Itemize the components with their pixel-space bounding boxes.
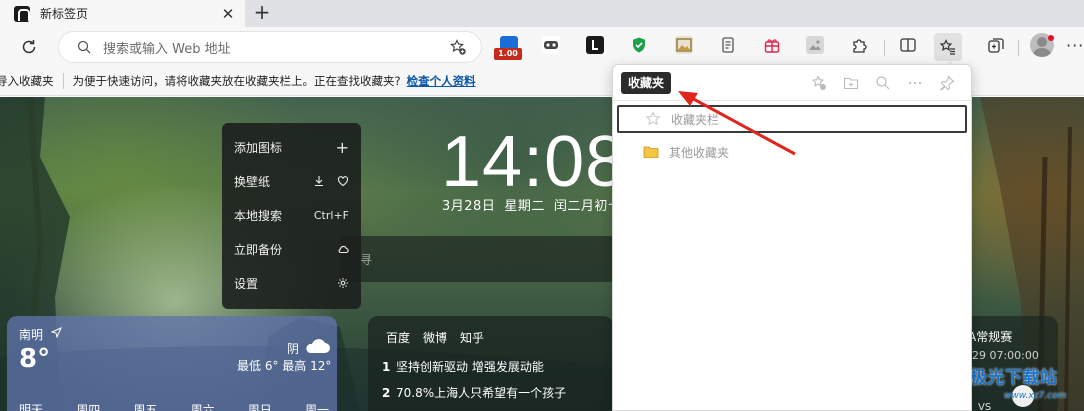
favorites-bar-divider <box>62 73 64 89</box>
toolbar-divider <box>884 40 885 56</box>
weather-temperature: 8° <box>19 344 51 374</box>
match-title: A常规赛 <box>968 330 1013 344</box>
forecast-day: 周五 <box>133 403 158 411</box>
favorites-star-list-icon <box>939 39 955 55</box>
pin-panel-button[interactable] <box>938 74 956 92</box>
profile-notification-dot <box>1048 35 1054 41</box>
tab-weibo[interactable]: 微博 <box>423 329 447 346</box>
hot-text: 坚持创新驱动 增强发展动能 <box>396 360 544 374</box>
tab-title: 新标签页 <box>40 7 89 21</box>
extension-mask-icon[interactable] <box>542 36 560 54</box>
menu-item-settings[interactable]: 设置 <box>222 266 361 300</box>
toolbar: 搜索或输入 Web 地址 ··· <box>0 27 1084 67</box>
close-tab-icon[interactable]: ✕ <box>219 5 237 23</box>
add-page-to-favorites-button[interactable] <box>810 74 828 92</box>
toolbar-divider-2 <box>1018 40 1019 56</box>
new-tab-favicon-icon <box>14 5 30 22</box>
extensions-puzzle-icon[interactable] <box>850 36 868 54</box>
menu-item-label: 添加图标 <box>234 140 283 155</box>
plus-icon: + <box>335 137 349 157</box>
menu-item-label: 设置 <box>234 276 259 291</box>
hot-search-item[interactable]: 2 70.8%上海人只希望有一个孩子 <box>382 384 566 401</box>
add-favorite-icon[interactable] <box>449 38 467 56</box>
refresh-button[interactable] <box>15 33 43 61</box>
search-icon <box>77 40 91 54</box>
forecast-day: 周四 <box>76 403 101 411</box>
forecast-day: 周日 <box>247 403 272 411</box>
shortcut-text: Ctrl+F <box>313 208 349 222</box>
menu-item-add-icon[interactable]: 添加图标 + <box>222 130 361 164</box>
menu-item-local-search[interactable]: 本地搜索 Ctrl+F <box>222 198 361 232</box>
extension-letter-l-icon[interactable] <box>586 36 604 54</box>
watermark-url: www.xz7.com <box>1004 391 1067 401</box>
weather-city: 南明 <box>19 328 44 342</box>
hot-search-card: 百度 微博 知乎 1 坚持创新驱动 增强发展动能 2 70.8%上海人只希望有一个孩… <box>368 316 613 411</box>
extension-image-icon[interactable] <box>675 36 693 54</box>
hot-rank: 1 <box>382 360 391 374</box>
extension-shield-icon[interactable] <box>630 36 648 54</box>
pin-icon <box>940 75 955 91</box>
clock-time: 14:08 <box>441 122 627 202</box>
weather-forecast-days: 明天 周四 周五 周六 周日 周一 <box>19 401 329 411</box>
new-tab-button[interactable]: + <box>250 2 274 24</box>
tab-strip: 新标签页 ✕ + <box>0 0 1084 27</box>
active-tab[interactable]: 新标签页 ✕ <box>0 0 245 27</box>
hot-text: 70.8%上海人只希望有一个孩子 <box>396 386 567 400</box>
extension-document-icon[interactable] <box>719 36 737 54</box>
date-day: 3月28日 <box>442 199 496 214</box>
address-input[interactable]: 搜索或输入 Web 地址 <box>103 38 449 57</box>
location-arrow-icon <box>51 327 62 338</box>
ntp-search-box[interactable]: 寻 <box>340 236 615 282</box>
weather-card[interactable]: 南明 8° 阴 最低 6° 最高 12° 明天 周四 周五 周六 周日 周一 <box>7 316 337 411</box>
menu-item-label: 立即备份 <box>234 242 283 257</box>
cloud-icon <box>338 245 349 254</box>
date-weekday: 星期二 <box>504 199 545 214</box>
more-options-button[interactable] <box>906 74 924 92</box>
add-folder-button[interactable] <box>842 74 860 92</box>
extension-picture-icon[interactable] <box>806 36 824 54</box>
favorites-button[interactable] <box>934 33 962 61</box>
forecast-day: 周六 <box>190 403 215 411</box>
star-plus-icon <box>811 75 826 90</box>
clock-date: 3月28日 星期二 闰二月初七 <box>442 195 630 214</box>
split-screen-icon[interactable] <box>899 36 917 54</box>
menu-item-change-wallpaper[interactable]: 换壁纸 <box>222 164 361 198</box>
heart-icon[interactable] <box>337 175 349 187</box>
watermark-text: 极光下载站 <box>970 368 1058 388</box>
folder-icon <box>643 146 659 158</box>
annotation-red-arrow <box>678 91 796 156</box>
address-bar[interactable]: 搜索或输入 Web 地址 <box>58 31 482 63</box>
hot-rank: 2 <box>382 386 391 400</box>
hot-search-tabs: 百度 微博 知乎 <box>386 329 484 346</box>
import-favorites-link[interactable]: 导入收藏夹 <box>0 73 54 89</box>
forecast-day: 明天 <box>19 403 44 411</box>
cloud-weather-icon <box>306 339 330 353</box>
forecast-day: 周一 <box>304 403 329 411</box>
more-menu-button[interactable]: ··· <box>1066 38 1084 54</box>
weather-condition: 阴 <box>287 342 300 356</box>
folder-plus-icon <box>843 77 859 90</box>
favorites-bar-message: 为便于快速访问，请将收藏夹放在收藏夹栏上。正在查找收藏夹? <box>72 74 401 88</box>
search-favorites-button[interactable] <box>874 74 892 92</box>
extension-badge: 1.00 <box>494 48 522 60</box>
download-icon[interactable] <box>313 175 325 187</box>
check-profile-link[interactable]: 检查个人资料 <box>407 73 476 89</box>
menu-item-label: 换壁纸 <box>234 174 271 189</box>
ellipsis-icon <box>908 81 922 85</box>
ntp-context-menu: 添加图标 + 换壁纸 本地搜索 Ctrl+F 立即备份 设置 <box>222 123 361 309</box>
search-box-text: 寻 <box>360 253 373 267</box>
search-icon <box>876 76 890 90</box>
hot-search-item[interactable]: 1 坚持创新驱动 增强发展动能 <box>382 358 544 375</box>
menu-item-label: 本地搜索 <box>234 208 283 223</box>
star-outline-icon <box>645 111 661 126</box>
gear-icon <box>338 278 348 288</box>
weather-range: 最低 6° 最高 12° <box>237 359 332 373</box>
collections-icon[interactable] <box>987 36 1005 54</box>
tab-zhihu[interactable]: 知乎 <box>460 329 484 346</box>
extension-gift-icon[interactable] <box>763 36 781 54</box>
favorites-panel-title: 收藏夹 <box>621 72 672 94</box>
menu-item-backup-now[interactable]: 立即备份 <box>222 232 361 266</box>
refresh-icon <box>22 40 36 54</box>
tab-baidu[interactable]: 百度 <box>386 329 410 346</box>
